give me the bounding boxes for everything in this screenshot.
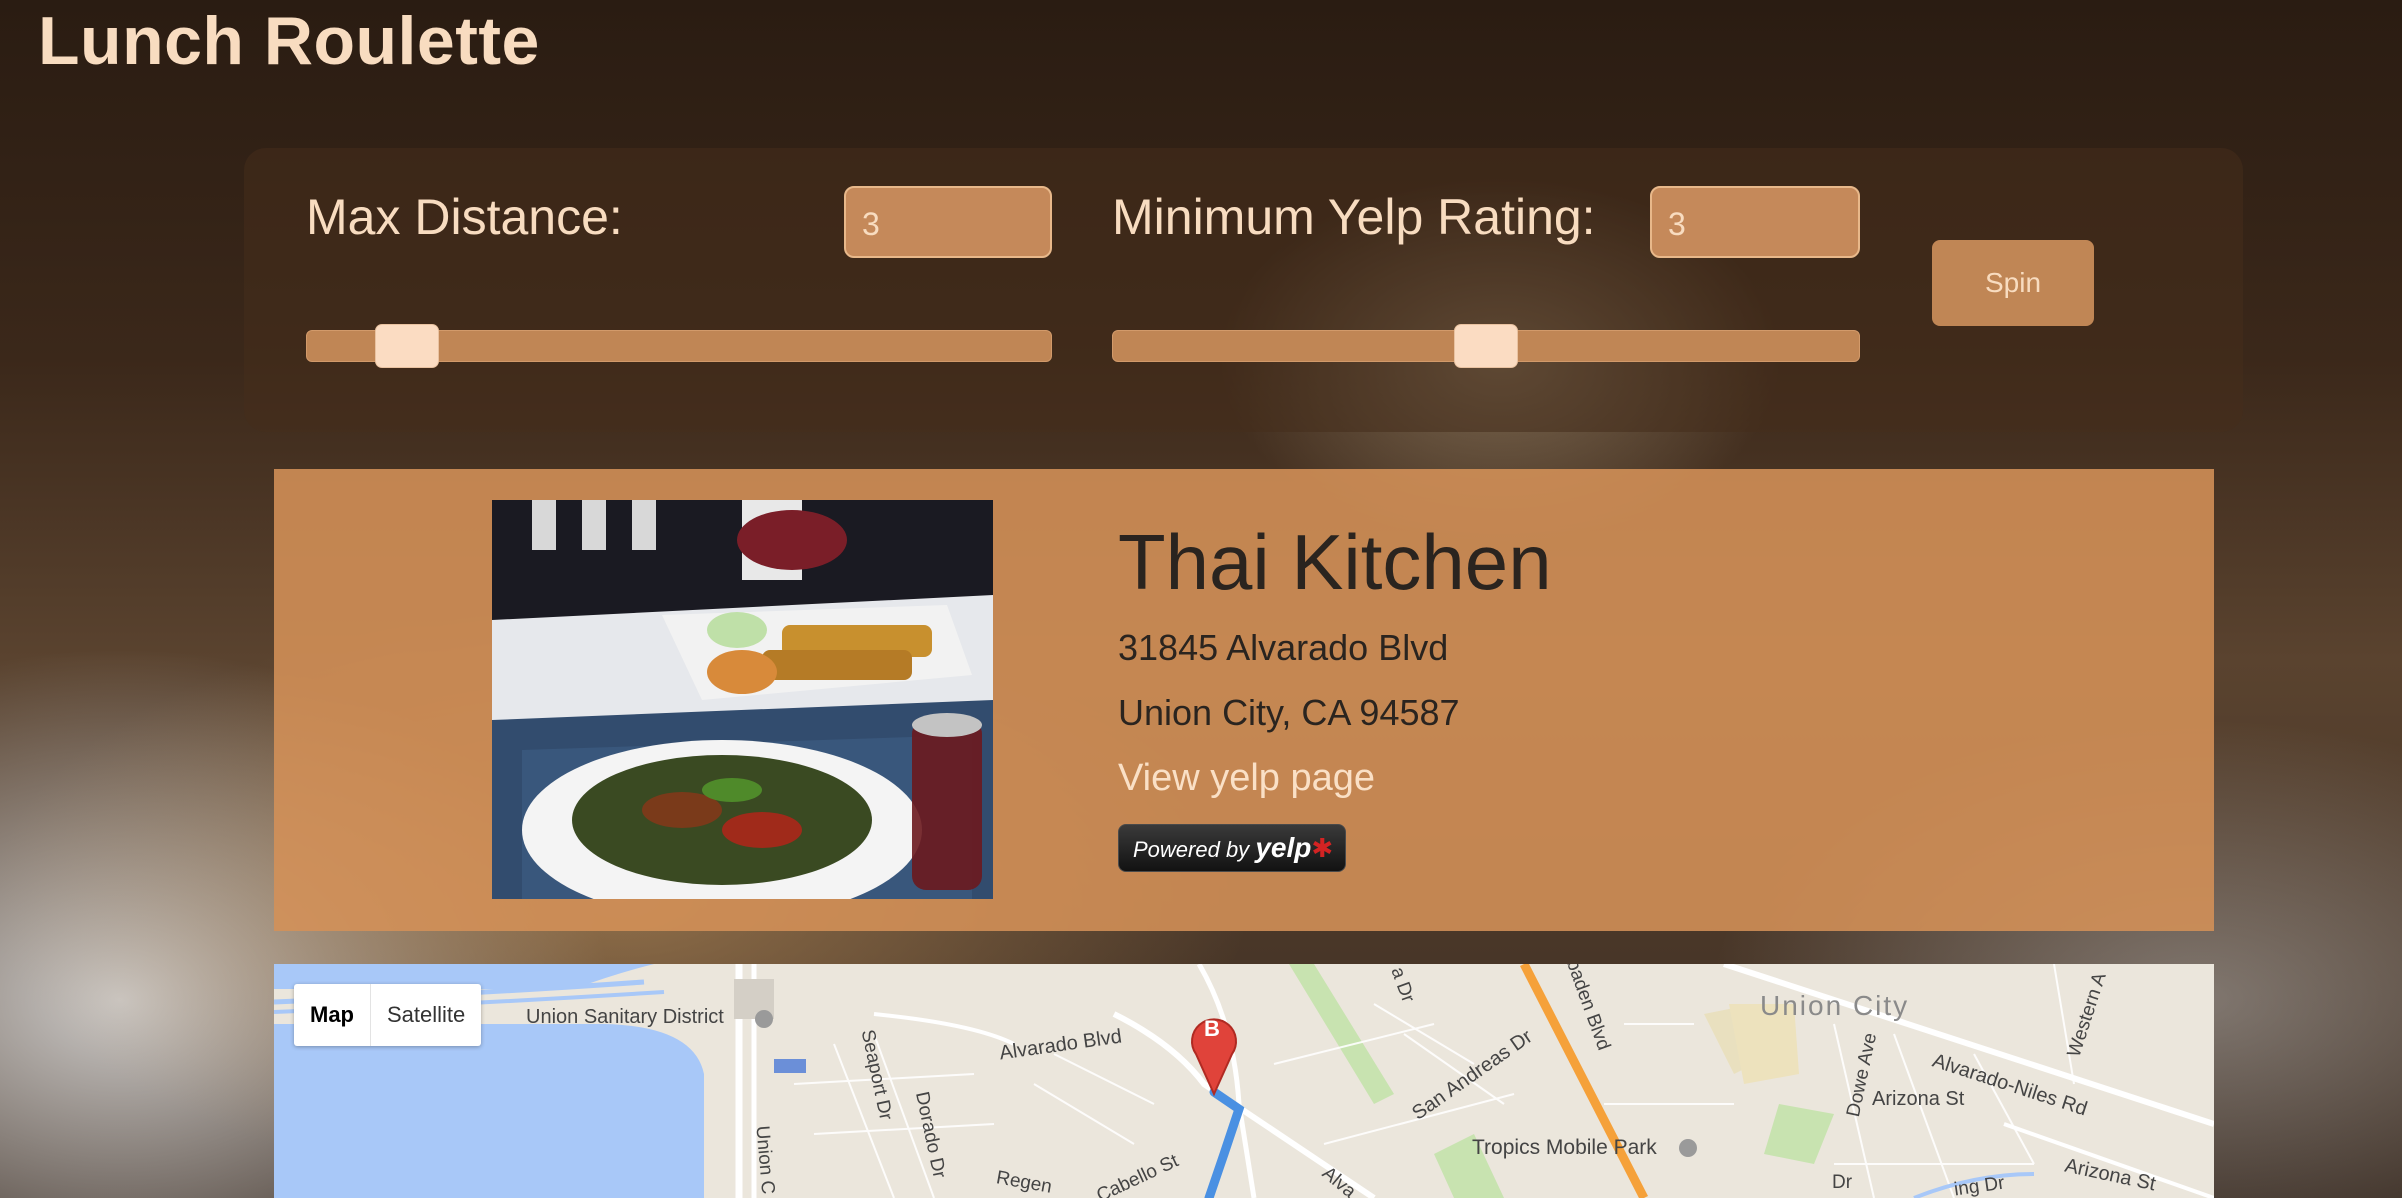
max-distance-label: Max Distance: — [306, 189, 623, 245]
view-yelp-link[interactable]: View yelp page — [1118, 757, 1375, 800]
map-label-arizona-st: Arizona St — [1872, 1088, 1965, 1110]
map-label-tree-dr: Dr — [1832, 1172, 1853, 1193]
map-type-control: Map Satellite — [294, 984, 482, 1046]
yelp-burst-icon: ✱ — [1311, 833, 1334, 863]
bay-water — [274, 1024, 704, 1198]
map-label-union-sanitary: Union Sanitary District — [526, 1006, 724, 1028]
page-background: Lunch Roulette Max Distance: 3 Minimum Y… — [0, 0, 2402, 1198]
address-line-2: Union City, CA 94587 — [1118, 692, 1460, 733]
map-label-union-city: Union City — [1760, 990, 1910, 1021]
map-marker-label: B — [1204, 1016, 1220, 1041]
food-photo-image — [492, 500, 993, 899]
result-card: Thai Kitchen 31845 Alvarado Blvd Union C… — [274, 469, 2214, 931]
map-canvas — [274, 964, 2214, 1198]
map-type-satellite-button[interactable]: Satellite — [371, 984, 481, 1046]
yelp-logo-text: yelp — [1255, 832, 1312, 863]
restaurant-name: Thai Kitchen — [1118, 518, 1552, 606]
route-line — [1204, 1087, 1245, 1198]
address-line-1: 31845 Alvarado Blvd — [1118, 627, 1449, 668]
map-label-tropics: Tropics Mobile Park — [1472, 1136, 1657, 1159]
min-rating-label: Minimum Yelp Rating: — [1112, 189, 1596, 245]
max-distance-slider-thumb[interactable] — [375, 324, 439, 368]
app-title: Lunch Roulette — [38, 3, 540, 79]
map-type-map-button[interactable]: Map — [294, 984, 371, 1046]
min-rating-slider[interactable] — [1112, 324, 1860, 368]
food-photo — [492, 500, 993, 899]
powered-by-yelp-badge[interactable]: Powered by yelp✱ — [1118, 824, 1346, 872]
max-distance-slider[interactable] — [306, 324, 1052, 368]
max-distance-input[interactable]: 3 — [844, 186, 1052, 258]
badge-prefix: Powered by — [1133, 837, 1250, 862]
spin-button[interactable]: Spin — [1932, 240, 2094, 326]
min-rating-slider-thumb[interactable] — [1454, 324, 1518, 368]
map[interactable]: Map Satellite Union Sanitary District Un… — [274, 964, 2214, 1198]
min-rating-input[interactable]: 3 — [1650, 186, 1860, 258]
